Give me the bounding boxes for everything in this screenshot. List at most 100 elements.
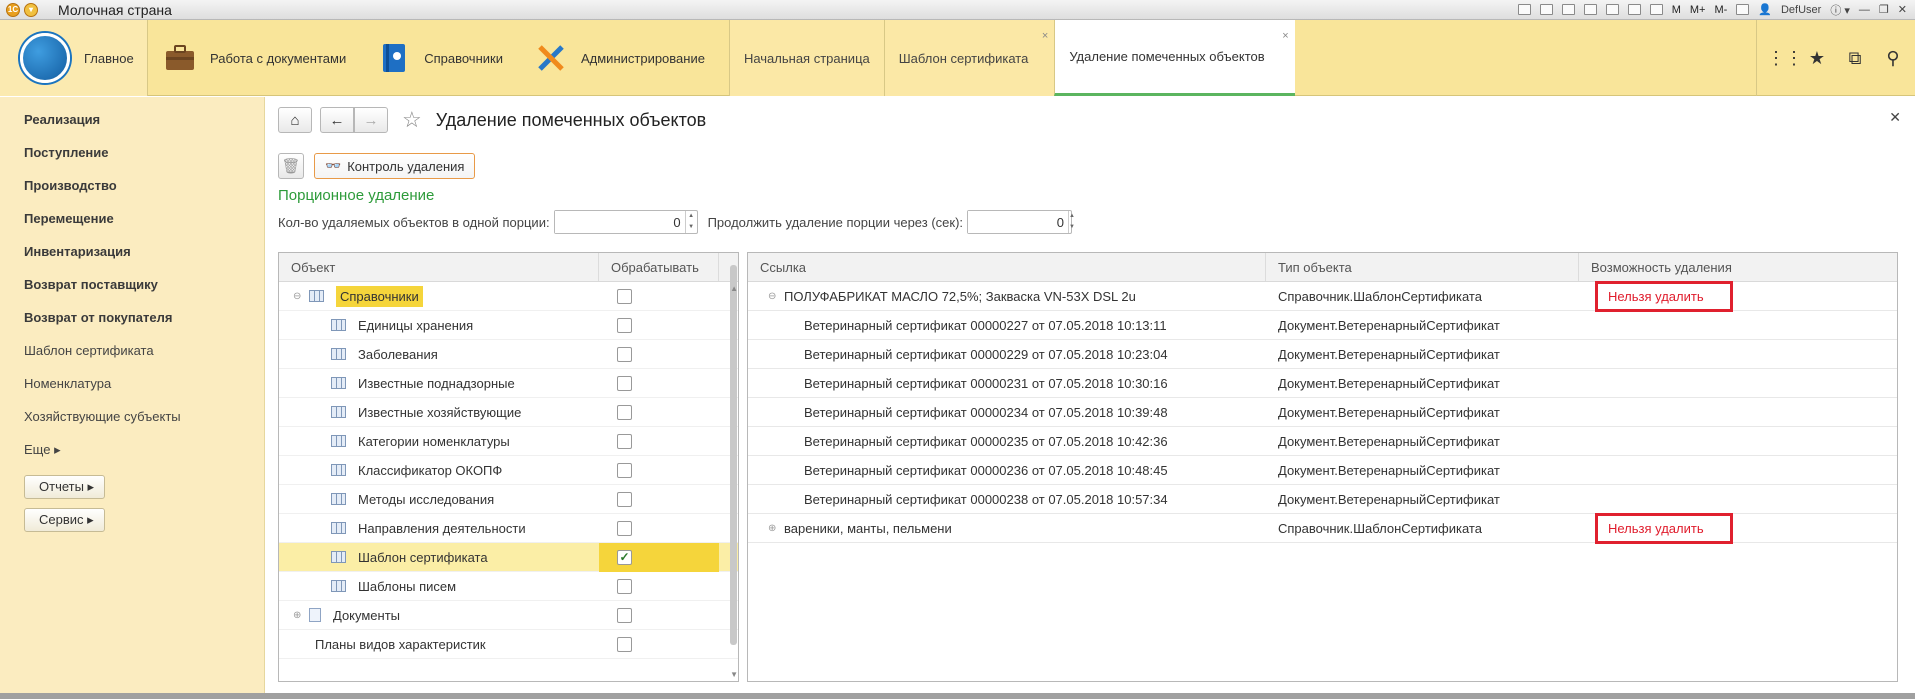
m-button[interactable]: M bbox=[1672, 4, 1681, 16]
collapse-icon[interactable]: ⊖ bbox=[293, 291, 303, 302]
app-menu-icon[interactable]: 1С bbox=[6, 2, 20, 17]
continue-delay-field[interactable]: ▲▼ bbox=[967, 210, 1075, 234]
nav-section-catalogs[interactable]: Справочники bbox=[362, 20, 519, 96]
tab-certificate-template[interactable]: Шаблон сертификата × bbox=[883, 20, 1055, 96]
link-label[interactable]: Ветеринарный сертификат 00000231 от 07.0… bbox=[804, 376, 1168, 391]
continue-delay-stepper[interactable]: ▲ ▼ bbox=[1068, 211, 1075, 233]
sidebar-item-sales[interactable]: Реализация bbox=[0, 109, 264, 142]
panels-icon[interactable] bbox=[1736, 4, 1750, 15]
column-header-link[interactable]: Ссылка bbox=[748, 253, 1266, 281]
history-icon[interactable] bbox=[1605, 4, 1619, 15]
scroll-up-icon[interactable]: ▲ bbox=[730, 284, 738, 293]
link-label[interactable]: Ветеринарный сертификат 00000234 от 07.0… bbox=[804, 405, 1168, 420]
process-checkbox[interactable] bbox=[617, 636, 632, 652]
process-checkbox[interactable] bbox=[617, 346, 632, 362]
vertical-scrollbar[interactable] bbox=[730, 265, 737, 645]
table-row[interactable]: Заболевания bbox=[279, 340, 738, 369]
sidebar-item-nomenclature[interactable]: Номенклатура bbox=[0, 373, 264, 406]
home-button[interactable]: ⌂ bbox=[278, 107, 312, 133]
portion-size-field[interactable]: ▲▼ bbox=[553, 210, 698, 234]
nav-section-admin[interactable]: Администрирование bbox=[519, 20, 721, 96]
user-name[interactable]: DefUser bbox=[1781, 4, 1821, 16]
column-header-object-type[interactable]: Тип объекта bbox=[1266, 253, 1579, 281]
portion-size-input[interactable] bbox=[554, 211, 685, 233]
process-checkbox[interactable] bbox=[617, 578, 632, 594]
calendar-icon[interactable] bbox=[1627, 4, 1641, 15]
table-row[interactable]: Планы видов характеристик bbox=[279, 630, 738, 659]
close-icon[interactable]: × bbox=[1282, 30, 1288, 42]
close-window-icon[interactable]: ✕ bbox=[1898, 3, 1907, 16]
process-checkbox[interactable]: ✓ bbox=[617, 549, 632, 565]
column-header-object[interactable]: Объект bbox=[279, 253, 599, 281]
apps-grid-icon[interactable]: ⋮⋮ bbox=[1767, 48, 1803, 69]
link-label[interactable]: Ветеринарный сертификат 00000235 от 07.0… bbox=[804, 434, 1168, 449]
link-label[interactable]: вареники, манты, пельмени bbox=[784, 521, 952, 536]
link-label[interactable]: Ветеринарный сертификат 00000238 от 07.0… bbox=[804, 492, 1168, 507]
nav-home[interactable]: Главное bbox=[0, 20, 148, 96]
link-label[interactable]: Ветеринарный сертификат 00000229 от 07.0… bbox=[804, 347, 1168, 362]
compare-icon[interactable] bbox=[1649, 4, 1663, 15]
close-form-icon[interactable]: ✕ bbox=[1889, 109, 1901, 126]
history-icon[interactable]: ⧉ bbox=[1843, 48, 1867, 69]
table-row[interactable]: Категории номенклатуры bbox=[279, 427, 738, 456]
portion-size-stepper[interactable]: ▲ ▼ bbox=[684, 211, 697, 233]
process-checkbox[interactable] bbox=[617, 433, 632, 449]
table-row[interactable]: Методы исследования bbox=[279, 485, 738, 514]
sidebar-item-return-customer[interactable]: Возврат от покупателя bbox=[0, 307, 264, 340]
table-row[interactable]: ⊕ Документы bbox=[279, 601, 738, 630]
sidebar-item-production[interactable]: Производство bbox=[0, 175, 264, 208]
process-checkbox[interactable] bbox=[617, 317, 632, 333]
table-row[interactable]: Известные поднадзорные bbox=[279, 369, 738, 398]
sidebar-item-return-supplier[interactable]: Возврат поставщику bbox=[0, 274, 264, 307]
table-row[interactable]: ⊖ ПОЛУФАБРИКАТ МАСЛО 72,5%; Закваска VN-5… bbox=[748, 280, 1897, 312]
service-button[interactable]: Сервис ▸ bbox=[24, 508, 105, 532]
nav-section-documents[interactable]: Работа с документами bbox=[148, 20, 362, 96]
deletion-control-button[interactable]: 👓 Контроль удаления bbox=[314, 153, 476, 179]
sidebar-item-certificate-template[interactable]: Шаблон сертификата bbox=[0, 340, 264, 373]
sidebar-item-more[interactable]: Еще ▸ bbox=[0, 439, 264, 472]
process-checkbox[interactable] bbox=[617, 491, 632, 507]
table-row[interactable]: Ветеринарный сертификат 00000227 от 07.0… bbox=[748, 311, 1897, 340]
restore-icon[interactable]: ❐ bbox=[1879, 3, 1889, 16]
favorite-icon[interactable] bbox=[1583, 4, 1597, 15]
table-row[interactable]: Ветеринарный сертификат 00000231 от 07.0… bbox=[748, 369, 1897, 398]
table-row[interactable]: Ветеринарный сертификат 00000234 от 07.0… bbox=[748, 398, 1897, 427]
forward-button[interactable]: → bbox=[354, 107, 388, 133]
copy-icon[interactable] bbox=[1561, 4, 1575, 15]
table-row[interactable]: Единицы хранения bbox=[279, 311, 738, 340]
process-checkbox[interactable] bbox=[617, 520, 632, 536]
m-minus-button[interactable]: M- bbox=[1714, 4, 1727, 16]
m-plus-button[interactable]: M+ bbox=[1690, 4, 1706, 16]
sidebar-item-inventory[interactable]: Инвентаризация bbox=[0, 241, 264, 274]
back-button[interactable]: ← bbox=[320, 107, 354, 133]
process-checkbox[interactable] bbox=[617, 462, 632, 478]
table-row[interactable]: Ветеринарный сертификат 00000236 от 07.0… bbox=[748, 456, 1897, 485]
continue-delay-input[interactable] bbox=[968, 211, 1069, 233]
tab-start-page[interactable]: Начальная страница bbox=[728, 20, 884, 96]
expand-icon[interactable]: ⊕ bbox=[293, 610, 303, 621]
reports-button[interactable]: Отчеты ▸ bbox=[24, 475, 106, 499]
sidebar-item-receipt[interactable]: Поступление bbox=[0, 142, 264, 175]
process-checkbox[interactable] bbox=[617, 607, 632, 623]
link-label[interactable]: Ветеринарный сертификат 00000236 от 07.0… bbox=[804, 463, 1168, 478]
close-icon[interactable]: × bbox=[1042, 30, 1048, 42]
dropdown-circle-icon[interactable]: ▾ bbox=[24, 2, 38, 17]
table-row[interactable]: Ветеринарный сертификат 00000235 от 07.0… bbox=[748, 427, 1897, 456]
tab-delete-marked[interactable]: Удаление помеченных объектов × bbox=[1054, 20, 1295, 96]
expand-icon[interactable]: ⊕ bbox=[768, 523, 778, 534]
link-label[interactable]: ПОЛУФАБРИКАТ МАСЛО 72,5%; Закваска VN-53… bbox=[784, 289, 1136, 304]
table-row[interactable]: Шаблоны писем bbox=[279, 572, 738, 601]
table-row[interactable]: Известные хозяйствующие bbox=[279, 398, 738, 427]
calculator-icon[interactable] bbox=[1517, 4, 1531, 15]
scroll-down-icon[interactable]: ▼ bbox=[730, 670, 738, 679]
sidebar-item-transfer[interactable]: Перемещение bbox=[0, 208, 264, 241]
table-row[interactable]: Шаблон сертификата ✓ bbox=[279, 542, 738, 572]
table-row[interactable]: Ветеринарный сертификат 00000238 от 07.0… bbox=[748, 485, 1897, 514]
star-icon[interactable]: ★ bbox=[1805, 48, 1829, 69]
sidebar-item-economic-entities[interactable]: Хозяйствующие субъекты bbox=[0, 406, 264, 439]
info-icon[interactable]: ⓘ ▾ bbox=[1830, 2, 1850, 18]
table-row[interactable]: ⊖ Справочники bbox=[279, 282, 738, 311]
favorite-star-icon[interactable]: ☆ bbox=[402, 107, 422, 133]
print-icon[interactable] bbox=[1539, 4, 1553, 15]
minimize-icon[interactable]: — bbox=[1859, 4, 1870, 16]
